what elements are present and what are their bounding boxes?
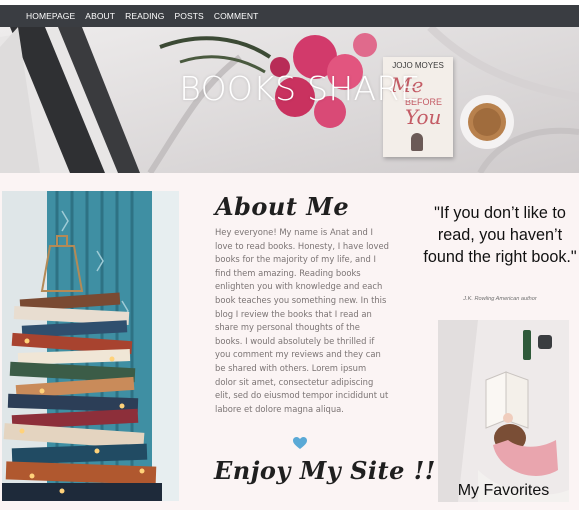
nav-posts[interactable]: POSTS (175, 11, 204, 21)
nav-comment[interactable]: COMMENT (214, 11, 259, 21)
book-cover-figure (411, 133, 423, 151)
nav-about[interactable]: ABOUT (85, 11, 115, 21)
nav-reading[interactable]: READING (125, 11, 164, 21)
favorites-card[interactable]: My Favorites (438, 320, 569, 502)
heart-icon (293, 437, 307, 449)
top-nav: HOMEPAGE ABOUT READING POSTS COMMENT (0, 5, 579, 27)
books-stack-photo (2, 191, 179, 501)
site-title: BOOKS SHARE (179, 69, 421, 108)
favorites-photo (438, 320, 569, 502)
nav-homepage[interactable]: HOMEPAGE (26, 11, 75, 21)
quote-author: J.K. Rowling American author (463, 296, 537, 302)
about-body: Hey everyone! My name is Anat and I love… (215, 227, 389, 414)
quote-text: "If you don’t like to read, you haven’t … (423, 204, 577, 266)
hero-banner: JOJO MOYES Me BEFORE You BOOKS SHARE (0, 27, 579, 173)
enjoy-heading: Enjoy My Site !! (214, 456, 436, 485)
book-cover-title-3: You (405, 105, 442, 129)
favorites-label[interactable]: My Favorites (438, 482, 569, 500)
books-stack-image (2, 191, 179, 501)
about-heading: About Me (215, 192, 350, 221)
